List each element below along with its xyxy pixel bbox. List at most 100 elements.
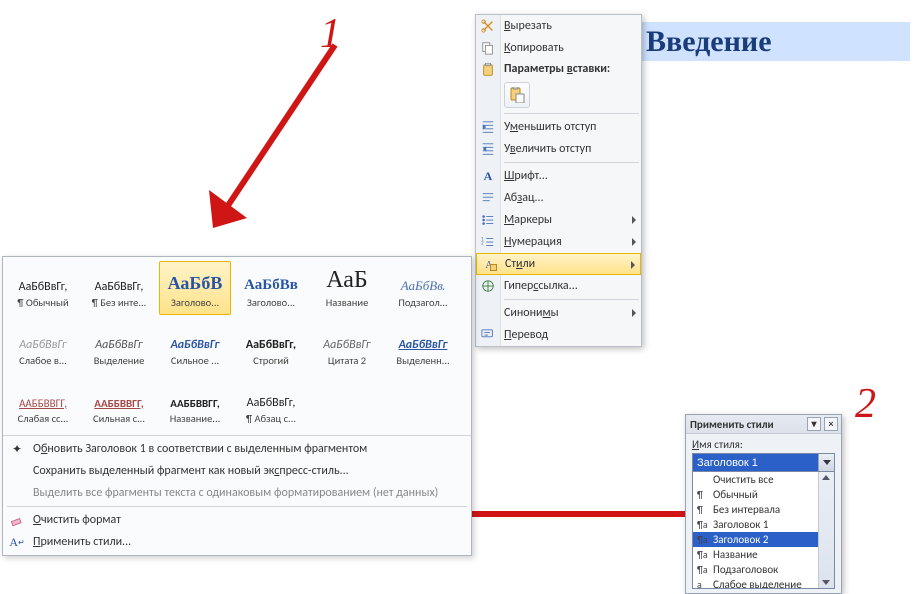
style-dropdown-item[interactable]: ¶Без интервала	[693, 502, 834, 517]
ctx-font[interactable]: A Шрифт...	[476, 165, 641, 187]
ctx-bullets[interactable]: Маркеры	[476, 209, 641, 231]
combo-dropdown-button[interactable]	[818, 454, 834, 471]
ctx-bullets-label: Маркеры	[504, 213, 552, 227]
apply-styles-dialog: Применить стили ▾ × Имя стиля: Очистить …	[685, 414, 842, 594]
style-type-icon: ¶a	[697, 518, 709, 531]
style-dropdown-item[interactable]: ¶aПодзаголовок	[693, 562, 834, 577]
styles-gallery: АаБбВвГг,¶ ОбычныйАаБбВвГг,¶ Без инте...…	[2, 256, 472, 556]
chevron-right-icon	[632, 309, 636, 317]
ctx-paste-params-label: Параметры вставки:	[476, 59, 641, 79]
ctx-translate[interactable]: Перевод	[476, 324, 641, 346]
style-cell[interactable]: АаБбВвГг Слабое в...	[7, 319, 79, 373]
style-cell[interactable]: АаБбВвГг,¶ Абзац с...	[235, 377, 307, 431]
style-dropdown-item[interactable]: Очистить все	[693, 472, 834, 487]
style-label: Слабая сс...	[18, 412, 69, 425]
numbering-icon: 12	[479, 233, 497, 251]
gallery-save-new-style[interactable]: Сохранить выделенный фрагмент как новый …	[3, 460, 471, 482]
ctx-synonyms[interactable]: Синонимы	[476, 302, 641, 324]
style-type-icon: ¶a	[697, 533, 709, 546]
style-dropdown-item-label: Заголовок 1	[713, 518, 768, 531]
style-dropdown-item[interactable]: ¶Обычный	[693, 487, 834, 502]
style-sample: АаБбВвГг,	[236, 384, 306, 410]
style-sample: АаБбВвГг	[8, 326, 78, 352]
style-sample: АаБбВвГг,	[236, 326, 306, 352]
arrow-1	[195, 40, 355, 250]
increase-indent-icon	[479, 140, 497, 158]
ctx-hyperlink[interactable]: Гиперссылка...	[476, 275, 641, 297]
apply-styles-title: Применить стили	[690, 418, 774, 431]
style-sample: АаБбВвГг	[160, 326, 230, 352]
chevron-right-icon	[632, 238, 636, 246]
style-label: Заголово...	[171, 296, 219, 309]
ctx-increase-indent[interactable]: Увеличить отступ	[476, 138, 641, 160]
style-cell[interactable]: АаБбВв. Подзагол...	[387, 261, 459, 315]
annotation-2: 2	[855, 380, 876, 428]
paste-keep-source-button[interactable]	[504, 82, 530, 108]
dialog-close-button[interactable]: ×	[824, 417, 838, 431]
ctx-paragraph[interactable]: Абзац...	[476, 187, 641, 209]
gallery-apply-label: Применить стили...	[33, 535, 131, 549]
chevron-right-icon	[632, 216, 636, 224]
copy-icon	[479, 39, 497, 57]
style-label: Строгий	[253, 354, 289, 367]
gallery-update-label: Обновить Заголовок 1 в соответствии с вы…	[33, 442, 367, 456]
gallery-apply-styles[interactable]: A↵ Применить стили...	[3, 531, 471, 553]
style-sample: АаБ	[312, 268, 382, 294]
style-sample: АаБбВв.	[388, 268, 458, 294]
ctx-copy[interactable]: Копировать	[476, 37, 641, 59]
ctx-numbering[interactable]: 12 Нумерация	[476, 231, 641, 253]
gallery-separator	[7, 506, 467, 507]
style-label: Сильная с...	[93, 412, 145, 425]
gallery-select-all-same[interactable]: Выделить все фрагменты текста с одинаков…	[3, 482, 471, 504]
style-label: Слабое в...	[19, 354, 67, 367]
style-dropdown-item[interactable]: ¶aНазвание	[693, 547, 834, 562]
style-dropdown-item-label: Обычный	[713, 488, 758, 501]
ctx-styles[interactable]: A Стили	[476, 253, 641, 275]
style-cell[interactable]: АаБбВв Заголово...	[235, 261, 307, 315]
gallery-clear-format[interactable]: Очистить формат	[3, 509, 471, 531]
style-cell[interactable]: АаБбВвГг, Строгий	[235, 319, 307, 373]
annotation-1: 1	[320, 10, 341, 58]
ctx-cut-label: Вырезать	[504, 19, 552, 33]
style-cell[interactable]: АаБбВвГгСильное ...	[159, 319, 231, 373]
style-cell[interactable]: ААББВВГГ,Название...	[159, 377, 231, 431]
style-cell[interactable]: АаБбВвГгВыделенн...	[387, 319, 459, 373]
style-type-icon: ¶	[697, 503, 709, 516]
ctx-numbering-label: Нумерация	[504, 235, 562, 249]
style-cell[interactable]: АаБНазвание	[311, 261, 383, 315]
style-cell[interactable]: АаБбВвГг,¶ Без инте...	[83, 261, 155, 315]
eraser-icon	[9, 512, 25, 528]
style-cell[interactable]: АаБбВвГгЦитата 2	[311, 319, 383, 373]
style-dropdown-item[interactable]: aСлабое выделение	[693, 577, 834, 589]
font-icon: A	[479, 167, 497, 185]
style-name-combo[interactable]	[692, 453, 835, 472]
ctx-cut[interactable]: Вырезать	[476, 15, 641, 37]
dropdown-scrollbar[interactable]	[818, 472, 834, 588]
style-dropdown-item[interactable]: ¶a Заголовок 1	[693, 517, 834, 532]
style-label: Цитата 2	[328, 354, 366, 367]
ctx-styles-label: Стили	[505, 257, 535, 271]
style-cell[interactable]: АаБбВвГг,¶ Обычный	[7, 261, 79, 315]
style-sample: АаБбВвГг	[84, 326, 154, 352]
styles-icon: A	[480, 256, 498, 274]
style-sample: АаБбВ	[160, 268, 230, 294]
gallery-clear-label: Очистить формат	[33, 513, 121, 527]
style-sample: АаБбВв	[236, 268, 306, 294]
style-sample: АаБбВвГг,	[84, 268, 154, 294]
style-label: Подзагол...	[398, 296, 447, 309]
ctx-decrease-indent[interactable]: Уменьшить отступ	[476, 116, 641, 138]
style-cell[interactable]: ААББВВГГ,Сильная с...	[83, 377, 155, 431]
style-dropdown-item-label: Название	[713, 548, 758, 561]
bullets-icon	[479, 211, 497, 229]
dialog-dropdown-button[interactable]: ▾	[807, 417, 821, 431]
ctx-separator	[504, 299, 639, 300]
style-dropdown-item[interactable]: ¶aЗаголовок 2	[693, 532, 834, 547]
gallery-update-style[interactable]: ✦ Обновить Заголовок 1 в соответствии с …	[3, 438, 471, 460]
style-name-input[interactable]	[692, 453, 835, 472]
style-cell[interactable]: АаБбВвГгВыделение	[83, 319, 155, 373]
style-cell[interactable]: ААББВВГГ,Слабая сс...	[7, 377, 79, 431]
style-cell[interactable]: АаБбВ Заголово...	[159, 261, 231, 315]
ctx-paragraph-label: Абзац...	[504, 191, 544, 205]
style-label: Заголово...	[247, 296, 295, 309]
apply-styles-titlebar[interactable]: Применить стили ▾ ×	[686, 415, 841, 434]
